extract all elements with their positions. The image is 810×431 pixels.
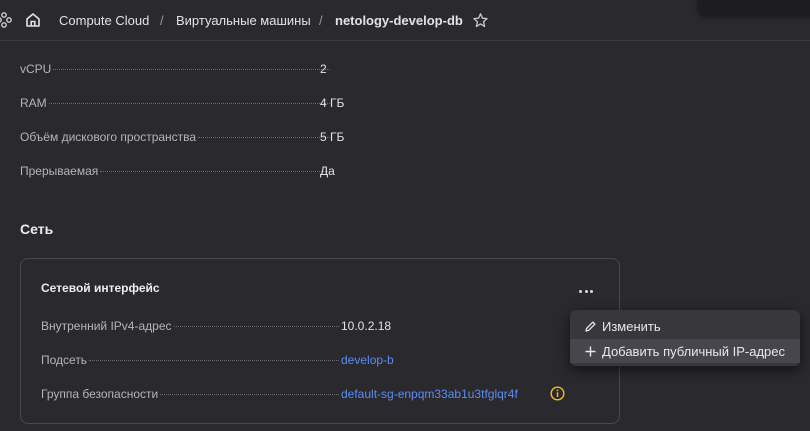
leader-dots xyxy=(89,360,339,361)
leader-dots xyxy=(160,394,339,395)
network-section-title: Сеть xyxy=(20,221,54,237)
services-icon[interactable] xyxy=(0,12,12,28)
field-row-ipv4: Внутренний IPv4-адрес xyxy=(41,319,341,333)
spec-row-preemptible: Прерываемая xyxy=(20,164,332,178)
field-row-subnet: Подсеть xyxy=(41,353,341,367)
dot xyxy=(584,289,588,293)
dot xyxy=(579,289,582,293)
context-menu: Изменить Добавить публичный IP-адрес xyxy=(570,310,800,366)
network-interface-title: Сетевой интерфейс xyxy=(41,281,160,295)
leader-dots xyxy=(48,103,330,104)
field-label: Подсеть xyxy=(41,353,88,367)
plus-icon xyxy=(585,346,596,356)
spec-row-ram: RAM xyxy=(20,96,332,110)
menu-item-add-public-ip[interactable]: Добавить публичный IP-адрес xyxy=(570,339,800,363)
breadcrumb-virtual-machines[interactable]: Виртуальные машины xyxy=(176,13,311,28)
pencil-icon xyxy=(585,320,596,332)
leader-dots xyxy=(198,137,330,138)
leader-dots xyxy=(173,326,339,327)
field-label: Группа безопасности xyxy=(41,387,159,401)
warning-info-icon[interactable] xyxy=(550,386,565,401)
spec-label: RAM xyxy=(20,96,47,110)
spec-value-vcpu: 2 xyxy=(320,62,327,76)
menu-item-label: Изменить xyxy=(602,318,661,334)
spec-label: Объём дискового пространства xyxy=(20,130,197,144)
dot xyxy=(590,289,593,293)
spec-label: vCPU xyxy=(20,62,52,76)
breadcrumb-compute-cloud[interactable]: Compute Cloud xyxy=(59,13,149,28)
star-icon[interactable] xyxy=(472,12,489,29)
spec-value-ram: 4 ГБ xyxy=(320,96,345,110)
home-icon[interactable] xyxy=(24,11,42,29)
field-row-security-group: Группа безопасности xyxy=(41,387,341,401)
menu-item-edit[interactable]: Изменить xyxy=(570,314,800,338)
breadcrumb-separator: / xyxy=(319,13,323,28)
security-group-link[interactable]: default-sg-enpqm33ab1u3tfglqr4f xyxy=(341,387,518,401)
breadcrumb-current-vm: netology-develop-db xyxy=(335,13,463,28)
spec-label: Прерываемая xyxy=(20,164,99,178)
more-actions-button[interactable] xyxy=(576,285,596,297)
spec-value-disk: 5 ГБ xyxy=(320,130,345,144)
top-bar: Compute Cloud / Виртуальные машины / net… xyxy=(0,0,810,41)
spec-value-preemptible: Да xyxy=(320,164,335,178)
notification-panel-edge xyxy=(698,0,810,14)
subnet-link[interactable]: develop-b xyxy=(341,353,394,367)
breadcrumb-separator: / xyxy=(160,13,164,28)
field-value-ipv4: 10.0.2.18 xyxy=(341,319,392,333)
leader-dots xyxy=(100,171,330,172)
field-label: Внутренний IPv4-адрес xyxy=(41,319,172,333)
spec-row-disk: Объём дискового пространства xyxy=(20,130,332,144)
spec-row-vcpu: vCPU xyxy=(20,62,332,76)
menu-item-label: Добавить публичный IP-адрес xyxy=(602,343,786,359)
leader-dots xyxy=(53,69,330,70)
